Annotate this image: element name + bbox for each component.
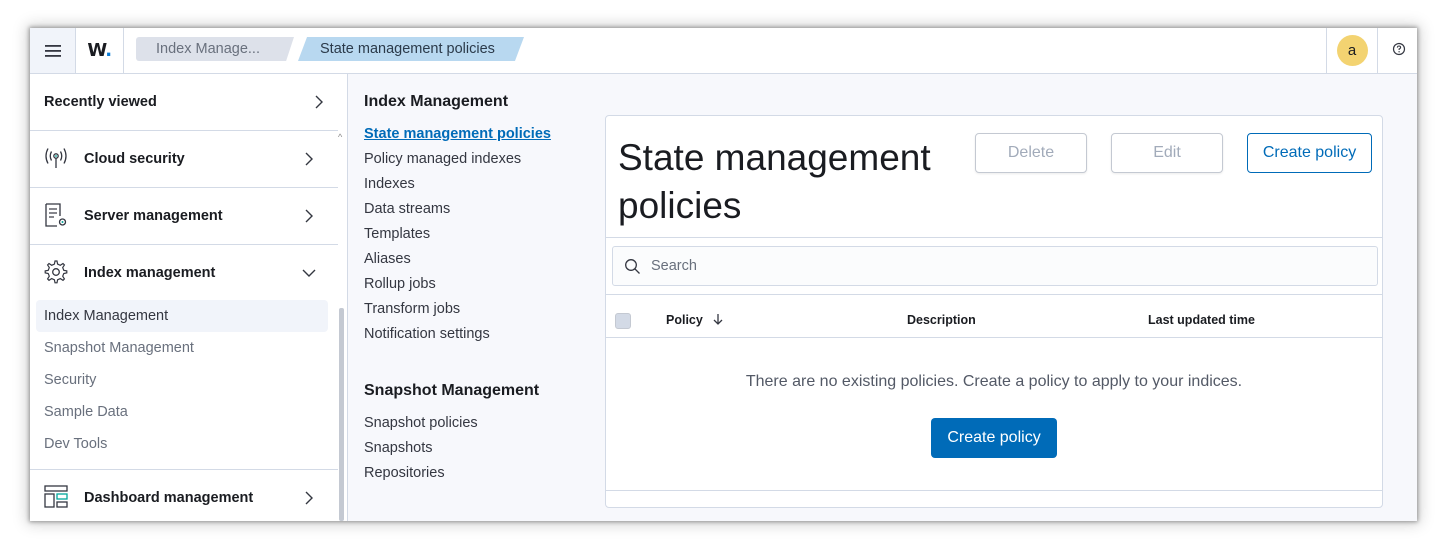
nav-group-index-management: Index management Index Management Snapsh…: [30, 245, 338, 470]
policies-panel: State management policies Delete Edit Cr…: [605, 115, 1383, 508]
breadcrumb-label: State management policies: [320, 41, 495, 57]
column-header-policy[interactable]: Policy: [666, 313, 724, 327]
top-header: W. Index Manage... State management poli…: [30, 28, 1417, 74]
hamburger-icon: [44, 44, 61, 57]
nav-group-dashboard-management[interactable]: Dashboard management: [30, 470, 338, 521]
user-menu[interactable]: a: [1326, 28, 1378, 73]
edit-button[interactable]: Edit: [1111, 133, 1223, 173]
create-policy-button[interactable]: Create policy: [1247, 133, 1372, 173]
empty-create-policy-button[interactable]: Create policy: [931, 418, 1057, 458]
recently-viewed-section[interactable]: Recently viewed: [30, 74, 338, 131]
link-state-management-policies[interactable]: State management policies: [364, 126, 551, 142]
nav-group-cloud-security[interactable]: Cloud security: [30, 131, 338, 188]
link-snapshot-policies[interactable]: Snapshot policies: [364, 415, 478, 431]
search-input[interactable]: [651, 247, 1351, 285]
chevron-down-icon: [302, 269, 316, 277]
nav-heading-index-management: Index Management: [364, 93, 509, 110]
nav-group-server-management[interactable]: Server management: [30, 188, 338, 245]
link-templates[interactable]: Templates: [364, 226, 430, 242]
column-header-label: Policy: [666, 313, 703, 327]
link-data-streams[interactable]: Data streams: [364, 201, 450, 217]
link-transform-jobs[interactable]: Transform jobs: [364, 301, 460, 317]
logo-text: W.: [87, 40, 112, 61]
nav-heading-snapshot-management: Snapshot Management: [364, 382, 540, 399]
subnav-dev-tools[interactable]: Dev Tools: [36, 428, 328, 460]
delete-button[interactable]: Delete: [975, 133, 1087, 173]
cloud-security-icon: [45, 148, 67, 168]
link-repositories[interactable]: Repositories: [364, 465, 445, 481]
chevron-right-icon: [305, 491, 313, 505]
index-management-nav: Index Management State management polici…: [348, 74, 588, 521]
help-icon[interactable]: [1392, 42, 1406, 56]
menu-toggle-button[interactable]: [30, 28, 76, 73]
link-rollup-jobs[interactable]: Rollup jobs: [364, 276, 436, 292]
divider: [606, 337, 1382, 338]
gear-icon: [44, 260, 68, 284]
select-all-checkbox[interactable]: [615, 313, 631, 329]
divider: [606, 237, 1382, 238]
link-indexes[interactable]: Indexes: [364, 176, 415, 192]
divider: [606, 294, 1382, 295]
scroll-up-arrow[interactable]: ^: [338, 132, 342, 142]
dashboard-icon: [44, 485, 68, 508]
server-management-icon: [45, 203, 67, 227]
nav-group-label: Server management: [84, 208, 223, 224]
breadcrumb-state-policies: State management policies: [298, 37, 524, 61]
home-logo[interactable]: W.: [76, 28, 124, 73]
nav-group-label: Index management: [84, 265, 216, 281]
page-title: State management policies: [618, 134, 968, 230]
page-title-line: State management: [618, 137, 931, 178]
search-box[interactable]: [612, 246, 1378, 286]
subnav-index-management[interactable]: Index Management: [36, 300, 328, 332]
breadcrumb-index-management[interactable]: Index Manage...: [136, 37, 294, 61]
nav-group-label: Cloud security: [84, 151, 185, 167]
empty-state-message: There are no existing policies. Create a…: [745, 373, 1243, 390]
page-title-line: policies: [618, 185, 742, 226]
subnav-sample-data[interactable]: Sample Data: [36, 396, 328, 428]
sidebar-scrollbar[interactable]: [339, 308, 344, 521]
subnav-security[interactable]: Security: [36, 364, 328, 396]
nav-group-label: Dashboard management: [84, 490, 254, 506]
chevron-right-icon: [315, 95, 323, 109]
chevron-right-icon: [305, 152, 313, 166]
breadcrumb-label: Index Manage...: [156, 41, 260, 57]
recently-viewed-label: Recently viewed: [44, 94, 157, 110]
avatar: a: [1336, 35, 1368, 66]
link-aliases[interactable]: Aliases: [364, 251, 411, 267]
sort-down-icon: [713, 314, 723, 325]
chevron-right-icon: [305, 209, 313, 223]
link-notification-settings[interactable]: Notification settings: [364, 326, 490, 342]
divider: [606, 490, 1382, 491]
index-management-toggle[interactable]: Index management: [30, 245, 338, 302]
subnav-snapshot-management[interactable]: Snapshot Management: [36, 332, 328, 364]
search-icon: [625, 259, 640, 274]
link-policy-managed-indexes[interactable]: Policy managed indexes: [364, 151, 521, 167]
app-window: W. Index Manage... State management poli…: [30, 28, 1417, 521]
link-snapshots[interactable]: Snapshots: [364, 440, 433, 456]
column-header-description[interactable]: Description: [907, 313, 976, 327]
column-header-last-updated[interactable]: Last updated time: [1148, 313, 1255, 327]
